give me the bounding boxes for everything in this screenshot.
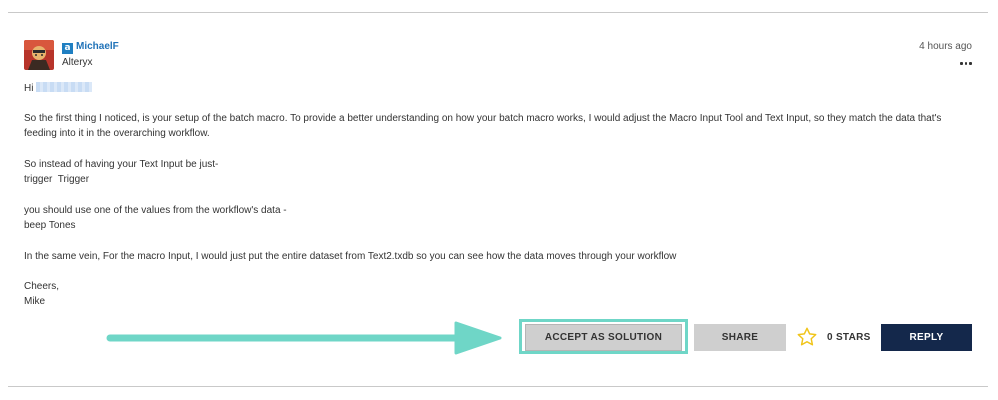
share-button[interactable]: SHARE — [694, 324, 786, 351]
post-line: Mike — [24, 296, 46, 307]
alteryx-employee-icon: a — [62, 43, 73, 54]
bottom-divider — [8, 386, 988, 387]
post-timestamp: 4 hours ago — [919, 41, 972, 52]
stars-count: 0 STARS — [827, 332, 871, 343]
post-paragraph: In the same vein, For the macro Input, I… — [24, 249, 974, 264]
post-line: beep Tones — [24, 220, 76, 231]
arrow-right-icon — [104, 321, 504, 355]
post-greeting: Hi — [24, 81, 974, 96]
top-divider — [8, 12, 988, 13]
post-line: you should use one of the values from th… — [24, 205, 287, 216]
user-avatar-icon — [24, 40, 54, 70]
greeting-text: Hi — [24, 83, 34, 94]
post-line: So the first thing I noticed, is your se… — [24, 113, 942, 139]
post-paragraph: So instead of having your Text Input be … — [24, 157, 974, 187]
author-username-link[interactable]: MichaelF — [76, 41, 119, 52]
post-line: In the same vein, For the macro Input, I… — [24, 251, 677, 262]
post-signoff: Cheers, Mike — [24, 279, 974, 309]
redacted-name — [36, 82, 93, 92]
accept-as-solution-button[interactable]: ACCEPT AS SOLUTION — [525, 324, 682, 351]
avatar[interactable] — [24, 40, 54, 70]
author-rank: Alteryx — [62, 57, 93, 68]
post-paragraph: So the first thing I noticed, is your se… — [24, 111, 974, 141]
post-line: trigger Trigger — [24, 174, 90, 185]
post-line: Cheers, — [24, 281, 60, 292]
star-outline-icon[interactable] — [796, 326, 818, 348]
more-options-icon[interactable] — [960, 58, 972, 68]
reply-button[interactable]: REPLY — [881, 324, 972, 351]
post-line: So instead of having your Text Input be … — [24, 159, 219, 170]
post-paragraph: you should use one of the values from th… — [24, 203, 974, 233]
